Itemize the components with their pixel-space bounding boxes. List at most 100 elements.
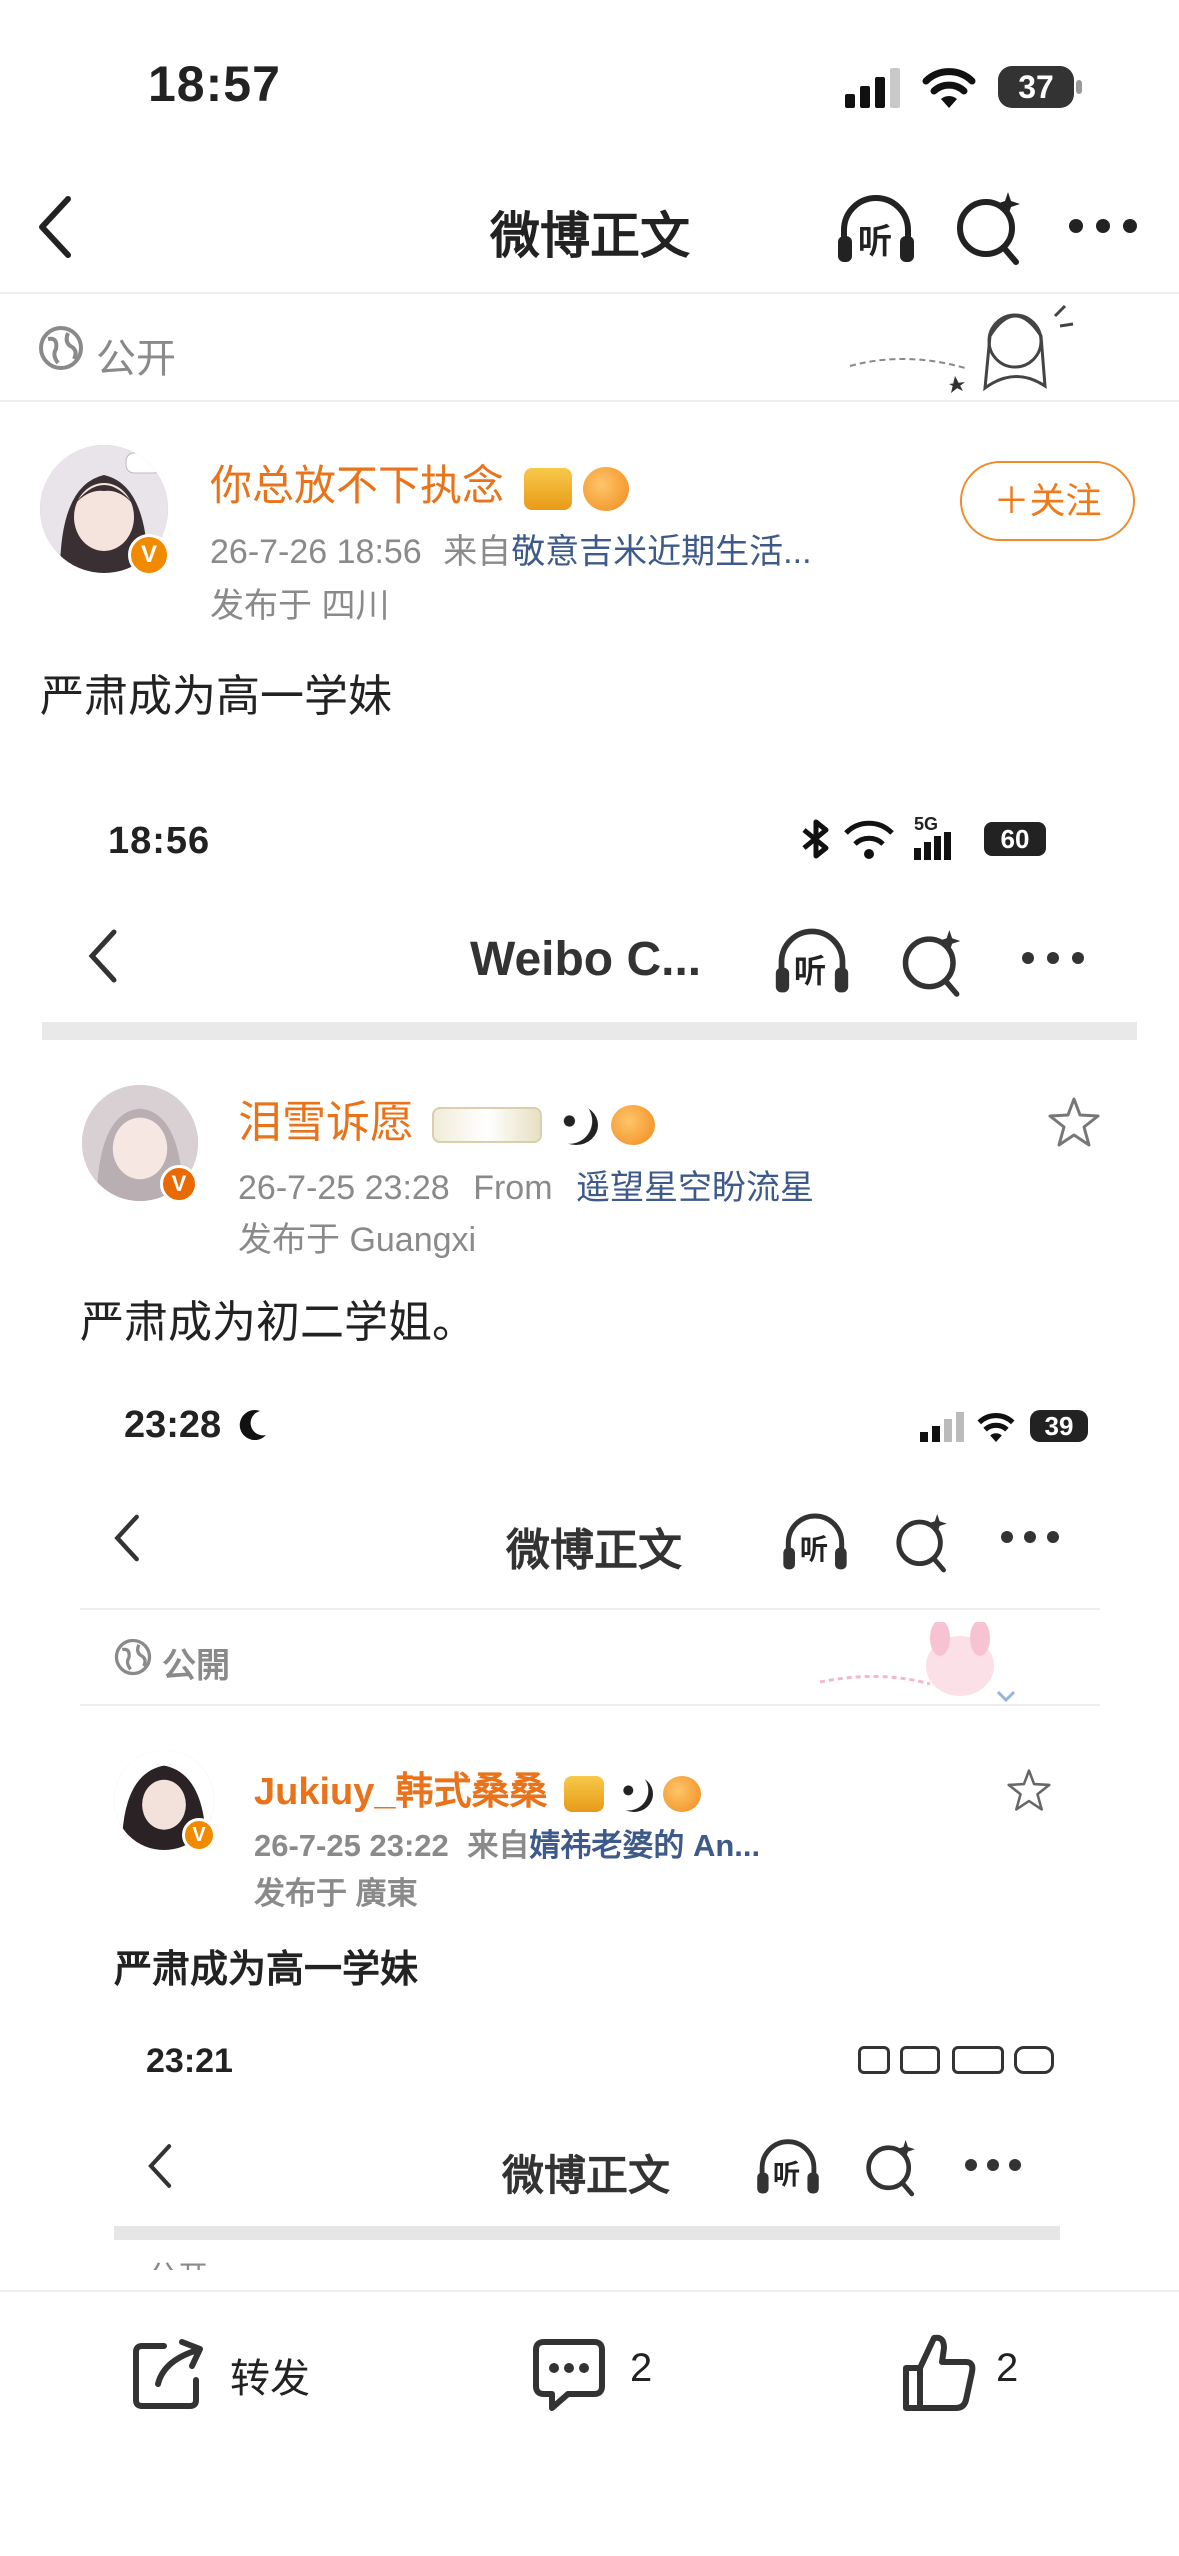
verified-badge: V <box>128 534 170 576</box>
nested3-more-icon <box>965 2159 1021 2171</box>
nested1-author: 泪雪诉愿 <box>238 1086 655 1150</box>
nested2-source: 婧祎老婆的 An... <box>529 1828 761 1863</box>
nested3-status-icons <box>858 2042 1058 2078</box>
cellular-signal-icon <box>845 68 900 108</box>
comment-icon <box>533 2339 605 2411</box>
nested2-author-text: Jukiuy_韩式桑桑 <box>254 1771 548 1813</box>
nested1-battery: 60 <box>984 822 1046 856</box>
battery-level: 37 <box>1018 69 1054 105</box>
nested3-divider <box>114 2226 1060 2240</box>
nested2-author: Jukiuy_韩式桑桑 <box>254 1760 702 1815</box>
nested3-status-icon-a <box>858 2046 890 2074</box>
battery-tip <box>1076 80 1082 94</box>
nested1-author-text: 泪雪诉愿 <box>238 1098 414 1147</box>
post-text: 严肃成为高一学妹 <box>40 672 392 721</box>
nested2-panda-icon <box>614 1775 653 1812</box>
post-date: 26-7-26 18:56 <box>210 533 422 571</box>
wifi-icon <box>922 68 976 108</box>
status-time: 18:57 <box>148 56 281 112</box>
visibility-divider <box>0 400 1179 402</box>
crown-badge-icon <box>523 467 572 510</box>
nested1-panda-icon <box>554 1105 599 1146</box>
nested3-status-time: 23:21 <box>146 2042 233 2080</box>
nested3-listen: 听 <box>754 2132 822 2200</box>
smart-search-icon[interactable] <box>954 188 1024 266</box>
author-name-text: 你总放不下执念 <box>210 462 505 509</box>
thumbs-up-icon <box>903 2334 976 2411</box>
nested1-fish-icon <box>610 1105 655 1146</box>
nested2-date: 26-7-25 23:22 <box>254 1828 449 1863</box>
nested1-text: 严肃成为初二学姐。 <box>80 1298 476 1347</box>
nested3-search-icon <box>866 2140 915 2197</box>
nested2-nav-divider <box>80 1608 1100 1610</box>
nested3-title: 微博正文 <box>501 2152 670 2199</box>
like-count: 2 <box>996 2346 1019 2390</box>
nested2-melody-decoration <box>820 1622 1016 1703</box>
listen-button[interactable]: 听 <box>834 186 918 270</box>
nested2-text: 严肃成为高一学妹 <box>114 1949 419 1991</box>
nested2-star-icon <box>1007 1769 1051 1811</box>
nested1-wifi-icon <box>844 820 894 859</box>
nested2-listen-label: 听 <box>800 1534 829 1565</box>
nested3-back-icon <box>148 2144 172 2188</box>
nested1-date: 26-7-25 23:28 <box>238 1169 450 1207</box>
nested1-divider <box>42 1022 1137 1040</box>
repost-label: 转发 <box>230 2357 310 2401</box>
nested1-status-time: 18:56 <box>108 820 211 862</box>
nested2-back-icon <box>114 1514 139 1562</box>
nested1-title: Weibo C... <box>470 933 702 986</box>
anime-girl-decoration <box>849 304 1074 393</box>
nested1-bluetooth-icon <box>802 819 829 859</box>
nested1-verified-badge: V <box>160 1165 198 1203</box>
nested1-signal-icon <box>914 832 951 860</box>
nested1-from: From <box>473 1169 553 1207</box>
nested2-listen: 听 <box>780 1506 850 1576</box>
nested1-back-icon <box>88 929 117 983</box>
nested2-fish-icon <box>663 1775 702 1812</box>
follow-button[interactable]: ＋关注 <box>960 461 1135 541</box>
post-image[interactable]: 18:56 5G 60 Weibo C... 听 V 泪雪诉愿 26-7-25 … <box>42 780 1137 2280</box>
nested3-status-icon-d <box>1014 2046 1054 2074</box>
nested3-status-icon-c <box>952 2046 1004 2074</box>
nested2-crown-icon <box>564 1775 605 1812</box>
nested1-star-icon <box>1048 1097 1100 1147</box>
nested2-title: 微博正文 <box>506 1526 682 1575</box>
comment-button[interactable]: 2 <box>530 2332 680 2412</box>
nested3-status-icon-b <box>900 2046 940 2074</box>
page-title: 微博正文 <box>490 208 690 264</box>
nested1-badge-icon <box>432 1107 543 1144</box>
nested1-meta: 26-7-25 23:28 From 遥望星空盼流星 <box>238 1160 814 1209</box>
post-location: 发布于 四川 <box>210 587 390 625</box>
nested3-image: 23:21 微博正文 听 <box>114 2030 1084 2270</box>
nested3-visibility: 公开 <box>148 2252 208 2270</box>
globe-icon <box>39 326 83 370</box>
nested2-image: 23:28 39 微博正文 听 公開 V Jukiuy_韩式桑桑 26-7-25… <box>80 1390 1100 2270</box>
post-source-link[interactable]: 敬意吉米近期生活... <box>511 533 811 571</box>
nested1-listen-label: 听 <box>794 953 827 989</box>
listen-label: 听 <box>858 223 892 261</box>
nested2-status-time: 23:28 <box>124 1404 268 1447</box>
post-meta: 26-7-26 18:56 来自敬意吉米近期生活... <box>210 524 812 573</box>
author-name[interactable]: 你总放不下执念 <box>210 452 630 513</box>
nested2-globe-icon <box>114 1638 152 1676</box>
nested2-moon-icon <box>239 1410 266 1441</box>
battery-indicator: 37 <box>998 66 1074 108</box>
nested2-meta: 26-7-25 23:22 来自婧祎老婆的 An... <box>254 1820 760 1865</box>
back-arrow-icon[interactable] <box>34 195 74 259</box>
repost-icon <box>133 2339 203 2409</box>
more-options-icon[interactable] <box>1068 218 1138 234</box>
nested1-location: 发布于 Guangxi <box>238 1221 477 1259</box>
comment-count: 2 <box>630 2346 653 2390</box>
repost-button[interactable]: 转发 <box>130 2332 350 2412</box>
nested1-listen: 听 <box>772 920 852 1000</box>
visibility-label: 公开 <box>96 337 176 381</box>
like-button[interactable]: 2 <box>900 2330 1050 2412</box>
fish-badge-icon <box>583 466 630 511</box>
nested2-wifi-icon <box>977 1413 1015 1442</box>
nested2-from: 来自 <box>467 1828 530 1863</box>
nested2-time: 23:28 <box>124 1404 222 1446</box>
nested2-more-icon <box>1001 1531 1059 1543</box>
nested3-listen-label: 听 <box>773 2160 800 2190</box>
nested2-location: 发布于 廣東 <box>254 1876 418 1911</box>
nested2-verified-badge: V <box>182 1818 216 1852</box>
